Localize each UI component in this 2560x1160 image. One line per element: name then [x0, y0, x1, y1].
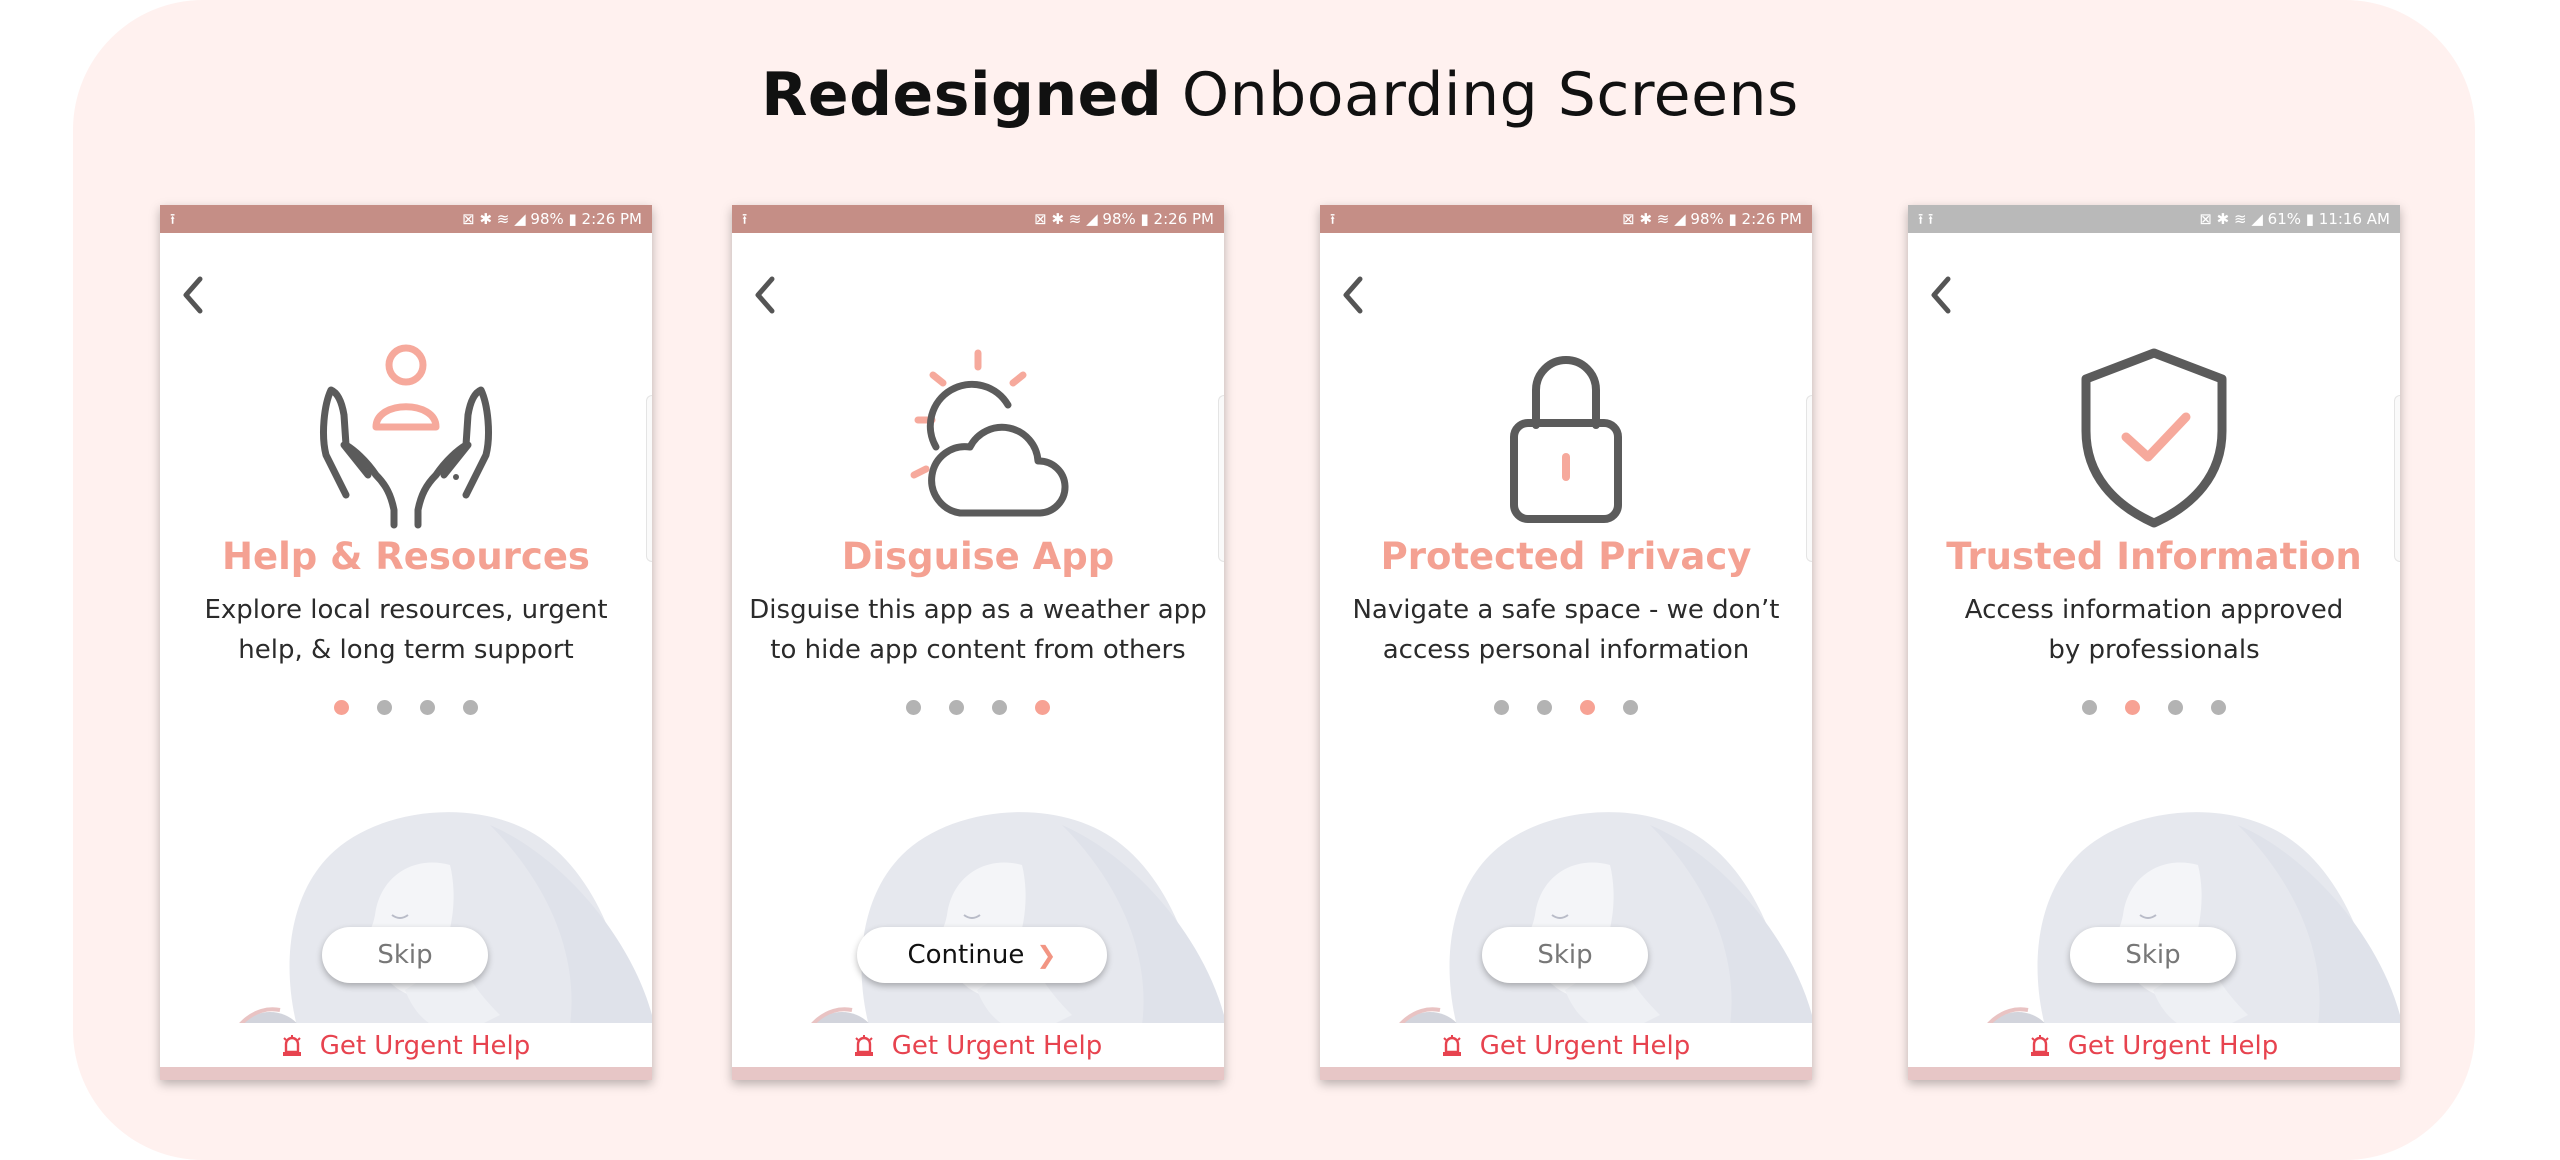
page-dot-3[interactable]	[1580, 700, 1595, 715]
pagination-dots	[732, 700, 1224, 719]
status-indicators: ⊠ ✱ ≋ ◢ 98% ▮ 2:26 PM	[1034, 210, 1214, 228]
page-dot-2[interactable]	[377, 700, 392, 715]
screen-description: Access information approved by professio…	[1918, 590, 2390, 670]
description-line: Disguise this app as a weather app	[749, 595, 1207, 625]
bottom-strip	[1320, 1067, 1812, 1080]
status-bar: ⭱ ⊠ ✱ ≋ ◢ 98% ▮ 2:26 PM	[1320, 205, 1812, 233]
alarm-icon	[2030, 1035, 2049, 1056]
page-dot-2[interactable]	[949, 700, 964, 715]
upload-icon: ⭱	[1330, 210, 1336, 228]
upload-icon: ⭱ ⭱	[1918, 210, 1934, 228]
screen-title: Trusted Information	[1946, 535, 2362, 578]
urgent-help-label: Get Urgent Help	[1479, 1031, 1691, 1061]
heading-light: Onboarding Screens	[1181, 60, 1799, 130]
phone-screen-trusted: ⭱ ⭱ ⊠ ✱ ≋ ◢ 61% ▮ 11:16 AM Trusted Infor…	[1908, 205, 2400, 1080]
page-dot-4[interactable]	[1623, 700, 1638, 715]
urgent-help-label: Get Urgent Help	[2067, 1031, 2279, 1061]
back-chevron-icon[interactable]	[1338, 273, 1368, 317]
woman-illustration	[1326, 810, 1812, 1065]
chevron-right-icon: ❯	[1036, 941, 1057, 969]
page-dot-3[interactable]	[2168, 700, 2183, 715]
description-line: by professionals	[2048, 635, 2260, 665]
woman-illustration	[738, 810, 1224, 1065]
status-bar: ⭱ ⊠ ✱ ≋ ◢ 98% ▮ 2:26 PM	[160, 205, 652, 233]
status-indicators: ⊠ ✱ ≋ ◢ 98% ▮ 2:26 PM	[462, 210, 642, 228]
page-dot-2[interactable]	[2125, 700, 2140, 715]
shield-check-icon	[2081, 348, 2227, 528]
continue-button[interactable]: Continue ❯	[857, 927, 1107, 983]
heading-bold: Redesigned	[761, 60, 1163, 130]
continue-label: Continue	[907, 940, 1025, 970]
urgent-help-link[interactable]: Get Urgent Help	[160, 1023, 652, 1069]
back-chevron-icon[interactable]	[750, 273, 780, 317]
skip-button[interactable]: Skip	[322, 927, 488, 983]
phone-screen-help: ⭱ ⊠ ✱ ≋ ◢ 98% ▮ 2:26 PM Help & Resources…	[160, 205, 652, 1080]
page-dot-3[interactable]	[992, 700, 1007, 715]
page-dot-3[interactable]	[420, 700, 435, 715]
bottom-strip	[1908, 1067, 2400, 1080]
page-dot-1[interactable]	[334, 700, 349, 715]
bottom-strip	[732, 1067, 1224, 1080]
phone-screen-privacy: ⭱ ⊠ ✱ ≋ ◢ 98% ▮ 2:26 PM Protected Privac…	[1320, 205, 1812, 1080]
screen-title: Help & Resources	[222, 535, 590, 578]
description-line: Access information approved	[1964, 595, 2344, 625]
description-line: Navigate a safe space - we don’t	[1352, 595, 1780, 625]
urgent-help-link[interactable]: Get Urgent Help	[1908, 1023, 2400, 1069]
padlock-icon	[1510, 356, 1622, 523]
phone-screen-disguise: ⭱ ⊠ ✱ ≋ ◢ 98% ▮ 2:26 PM Disguise App Dis…	[732, 205, 1224, 1080]
bottom-strip	[160, 1067, 652, 1080]
sun-cloud-icon	[910, 349, 1069, 517]
page-dot-4[interactable]	[2211, 700, 2226, 715]
back-chevron-icon[interactable]	[1926, 273, 1956, 317]
page-dot-4[interactable]	[463, 700, 478, 715]
woman-illustration	[166, 810, 652, 1065]
upload-icon: ⭱	[170, 210, 176, 228]
alarm-icon	[282, 1035, 301, 1056]
page-dot-1[interactable]	[2082, 700, 2097, 715]
screen-description: Explore local resources, urgent help, & …	[170, 590, 642, 670]
alarm-icon	[1442, 1035, 1461, 1056]
urgent-help-link[interactable]: Get Urgent Help	[1320, 1023, 1812, 1069]
status-bar: ⭱ ⭱ ⊠ ✱ ≋ ◢ 61% ▮ 11:16 AM	[1908, 205, 2400, 233]
page-heading: Redesigned Onboarding Screens	[0, 60, 2560, 130]
status-indicators: ⊠ ✱ ≋ ◢ 61% ▮ 11:16 AM	[2199, 210, 2390, 228]
screen-description: Navigate a safe space - we don’t access …	[1330, 590, 1802, 670]
status-indicators: ⊠ ✱ ≋ ◢ 98% ▮ 2:26 PM	[1622, 210, 1802, 228]
alarm-icon	[854, 1035, 873, 1056]
status-bar: ⭱ ⊠ ✱ ≋ ◢ 98% ▮ 2:26 PM	[732, 205, 1224, 233]
screen-title: Disguise App	[841, 535, 1115, 578]
woman-illustration	[1914, 810, 2400, 1065]
screen-description: Disguise this app as a weather app to hi…	[742, 590, 1214, 670]
screen-title: Protected Privacy	[1380, 535, 1752, 578]
description-line: access personal information	[1382, 635, 1750, 665]
pagination-dots	[1908, 700, 2400, 719]
description-line: Explore local resources, urgent	[204, 595, 608, 625]
urgent-help-label: Get Urgent Help	[319, 1031, 531, 1061]
skip-button[interactable]: Skip	[1482, 927, 1648, 983]
skip-button[interactable]: Skip	[2070, 927, 2236, 983]
urgent-help-label: Get Urgent Help	[891, 1031, 1103, 1061]
back-chevron-icon[interactable]	[178, 273, 208, 317]
page-dot-1[interactable]	[1494, 700, 1509, 715]
description-line: help, & long term support	[238, 635, 574, 665]
hands-holding-person-icon	[320, 344, 492, 529]
page-dot-2[interactable]	[1537, 700, 1552, 715]
urgent-help-link[interactable]: Get Urgent Help	[732, 1023, 1224, 1069]
pagination-dots	[160, 700, 652, 719]
upload-icon: ⭱	[742, 210, 748, 228]
page-dot-1[interactable]	[906, 700, 921, 715]
page-dot-4[interactable]	[1035, 700, 1050, 715]
pagination-dots	[1320, 700, 1812, 719]
description-line: to hide app content from others	[770, 635, 1186, 665]
